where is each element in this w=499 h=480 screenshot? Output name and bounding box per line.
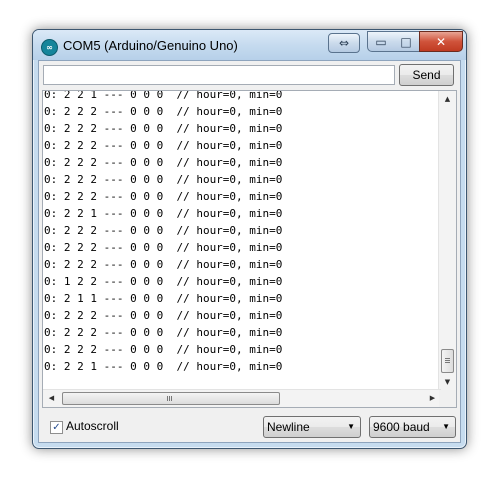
serial-output-line: 0: 2 2 2 --- 0 0 0 // hour=0, min=0 (44, 190, 283, 203)
serial-output-line: 0: 2 2 1 --- 0 0 0 // hour=0, min=0 (44, 360, 283, 373)
serial-output-lines: 0: 2 2 1 --- 0 0 0 // hour=0, min=0 0: 2 … (44, 90, 440, 375)
serial-output-line: 0: 2 2 2 --- 0 0 0 // hour=0, min=0 (44, 173, 283, 186)
line-ending-select[interactable]: Newline ▼ (263, 416, 361, 438)
scroll-down-arrow-icon[interactable]: ▼ (439, 374, 456, 391)
serial-output-line: 0: 2 2 2 --- 0 0 0 // hour=0, min=0 (44, 224, 283, 237)
serial-output-line: 0: 1 2 2 --- 0 0 0 // hour=0, min=0 (44, 275, 283, 288)
scrollbar-corner (439, 390, 456, 407)
scroll-left-arrow-icon[interactable]: ◀ (43, 390, 60, 407)
serial-output-line: 0: 2 1 1 --- 0 0 0 // hour=0, min=0 (44, 292, 283, 305)
baud-rate-select[interactable]: 9600 baud ▼ (369, 416, 456, 438)
serial-output-line: 0: 2 2 2 --- 0 0 0 // hour=0, min=0 (44, 326, 283, 339)
serial-output-line: 0: 2 2 2 --- 0 0 0 // hour=0, min=0 (44, 343, 283, 356)
serial-output-line: 0: 2 2 1 --- 0 0 0 // hour=0, min=0 (44, 207, 283, 220)
serial-output-line: 0: 2 2 2 --- 0 0 0 // hour=0, min=0 (44, 258, 283, 271)
serial-output-line: 0: 2 2 2 --- 0 0 0 // hour=0, min=0 (44, 241, 283, 254)
baud-rate-value: 9600 baud (373, 420, 430, 434)
horizontal-scroll-thumb[interactable] (62, 392, 280, 405)
chevron-down-icon: ▼ (442, 422, 450, 431)
serial-output-line: 0: 2 2 2 --- 0 0 0 // hour=0, min=0 (44, 156, 283, 169)
arduino-icon: ∞ (41, 39, 58, 56)
line-ending-value: Newline (267, 420, 310, 434)
vertical-scrollbar[interactable]: ▲ ▼ (438, 91, 456, 391)
send-input[interactable] (43, 65, 395, 85)
window-client-area: Send 0: 2 2 1 --- 0 0 0 // hour=0, min=0… (38, 60, 461, 443)
vertical-scroll-thumb[interactable] (441, 349, 454, 373)
scroll-up-arrow-icon[interactable]: ▲ (439, 91, 456, 108)
chevron-down-icon: ▼ (347, 422, 355, 431)
bottom-bar: ✓ Autoscroll Newline ▼ 9600 baud ▼ (39, 413, 460, 442)
serial-monitor-window: ∞ COM5 (Arduino/Genuino Uno) ⇔ ▭ □ ✕ Sen… (32, 29, 467, 449)
serial-output-line: 0: 2 2 2 --- 0 0 0 // hour=0, min=0 (44, 105, 283, 118)
scroll-grip-icon (445, 358, 450, 359)
maximize-button[interactable]: □ (393, 31, 420, 52)
resize-button[interactable]: ⇔ (328, 33, 360, 53)
serial-output-line: 0: 2 2 2 --- 0 0 0 // hour=0, min=0 (44, 139, 283, 152)
window-title: COM5 (Arduino/Genuino Uno) (63, 38, 238, 53)
scroll-grip-icon (167, 396, 168, 401)
serial-output-line: 0: 2 2 2 --- 0 0 0 // hour=0, min=0 (44, 122, 283, 135)
send-button[interactable]: Send (399, 64, 454, 86)
minimize-button[interactable]: ▭ (367, 31, 395, 52)
title-bar[interactable]: ∞ COM5 (Arduino/Genuino Uno) ⇔ ▭ □ ✕ (33, 30, 466, 60)
close-button[interactable]: ✕ (419, 31, 463, 52)
autoscroll-label[interactable]: Autoscroll (66, 419, 119, 433)
autoscroll-checkbox[interactable]: ✓ (50, 421, 63, 434)
serial-output-line: 0: 2 2 2 --- 0 0 0 // hour=0, min=0 (44, 309, 283, 322)
serial-output-line: 0: 2 2 1 --- 0 0 0 // hour=0, min=0 (44, 90, 283, 101)
serial-output[interactable]: 0: 2 2 1 --- 0 0 0 // hour=0, min=0 0: 2 … (42, 90, 457, 408)
horizontal-scrollbar[interactable]: ◀ ▶ (43, 389, 441, 407)
